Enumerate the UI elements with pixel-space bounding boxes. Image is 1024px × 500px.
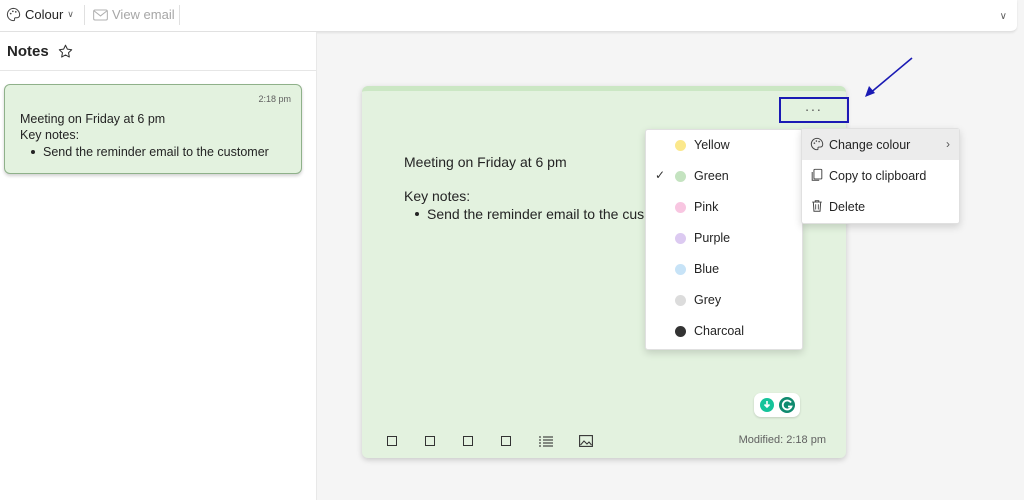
menu-item-label: Copy to clipboard bbox=[829, 169, 927, 183]
modified-timestamp: Modified: 2:18 pm bbox=[738, 434, 826, 446]
colour-option-green[interactable]: ✓ Green bbox=[646, 161, 802, 192]
color-swatch bbox=[675, 326, 686, 337]
note-line: Meeting on Friday at 6 pm bbox=[20, 112, 166, 126]
color-swatch bbox=[675, 171, 686, 182]
underline-icon[interactable] bbox=[463, 436, 473, 446]
colour-option-label: Pink bbox=[694, 200, 719, 214]
colour-option-label: Purple bbox=[694, 231, 731, 245]
more-options-menu: Change colour › Copy to clipboard Delete bbox=[801, 128, 960, 224]
note-time: 2:18 pm bbox=[258, 94, 291, 104]
editor-line[interactable]: Meeting on Friday at 6 pm bbox=[404, 154, 567, 170]
toolbar-divider bbox=[179, 5, 180, 25]
colour-button[interactable]: Colour ∨ bbox=[6, 7, 74, 22]
bullet-icon bbox=[31, 149, 35, 154]
palette-icon bbox=[810, 137, 824, 151]
colour-option-yellow[interactable]: Yellow bbox=[646, 130, 802, 161]
chevron-right-icon: › bbox=[946, 137, 950, 151]
colour-option-blue[interactable]: Blue bbox=[646, 254, 802, 285]
view-email-button[interactable]: View email bbox=[93, 7, 175, 22]
strikethrough-icon[interactable] bbox=[501, 436, 511, 446]
menu-item-label: Change colour bbox=[829, 138, 911, 152]
colour-option-label: Charcoal bbox=[694, 324, 745, 338]
menu-item-change-colour[interactable]: Change colour › bbox=[802, 129, 959, 160]
color-swatch bbox=[675, 233, 686, 244]
chevron-down-icon: ∨ bbox=[67, 9, 74, 19]
colour-submenu: Yellow ✓ Green Pink Purple Blue Grey Cha… bbox=[645, 129, 803, 350]
more-options-button[interactable]: ... bbox=[779, 97, 849, 123]
grammarly-icon bbox=[760, 397, 795, 413]
colour-option-charcoal[interactable]: Charcoal bbox=[646, 316, 802, 347]
editor-bullet-text: Send the reminder email to the cus bbox=[427, 206, 645, 222]
colour-label: Colour bbox=[25, 7, 64, 22]
colour-option-label: Yellow bbox=[694, 138, 730, 152]
annotation-arrow-icon bbox=[865, 57, 913, 97]
chevron-down-icon[interactable]: ∨ bbox=[1000, 11, 1007, 22]
note-list-item[interactable]: 2:18 pm Meeting on Friday at 6 pm Key no… bbox=[4, 84, 302, 174]
divider bbox=[0, 70, 316, 71]
view-email-label: View email bbox=[112, 7, 175, 22]
color-swatch bbox=[675, 202, 686, 213]
menu-item-delete[interactable]: Delete bbox=[802, 191, 959, 222]
notes-title: Notes bbox=[7, 43, 49, 60]
grammarly-widget[interactable] bbox=[754, 393, 800, 417]
bullet-list-icon[interactable] bbox=[539, 435, 553, 447]
menu-item-label: Delete bbox=[829, 200, 866, 214]
image-icon[interactable] bbox=[579, 435, 593, 447]
top-toolbar: Colour ∨ View email ∨ bbox=[0, 0, 1017, 32]
checkmark-icon: ✓ bbox=[655, 168, 666, 182]
notes-header: Notes bbox=[7, 43, 73, 60]
trash-icon bbox=[812, 200, 822, 212]
color-swatch bbox=[675, 140, 686, 151]
color-swatch bbox=[675, 264, 686, 275]
colour-option-grey[interactable]: Grey bbox=[646, 285, 802, 316]
note-line: Key notes: bbox=[20, 128, 80, 142]
bullet-icon bbox=[415, 212, 419, 217]
note-bullet: Send the reminder email to the customer bbox=[31, 145, 269, 159]
more-options-label: ... bbox=[805, 98, 823, 114]
mail-icon bbox=[93, 9, 108, 20]
colour-option-label: Grey bbox=[694, 293, 722, 307]
colour-option-pink[interactable]: Pink bbox=[646, 192, 802, 223]
colour-option-label: Blue bbox=[694, 262, 720, 276]
formatting-toolbar bbox=[387, 435, 593, 447]
star-icon[interactable] bbox=[58, 44, 73, 59]
colour-option-purple[interactable]: Purple bbox=[646, 223, 802, 254]
colour-option-label: Green bbox=[694, 169, 729, 183]
editor-line[interactable]: Key notes: bbox=[404, 188, 470, 204]
palette-icon bbox=[6, 7, 21, 22]
menu-item-copy-to-clipboard[interactable]: Copy to clipboard bbox=[802, 160, 959, 191]
color-swatch bbox=[675, 295, 686, 306]
copy-icon bbox=[811, 168, 823, 181]
italic-icon[interactable] bbox=[425, 436, 435, 446]
notes-panel: Notes 2:18 pm Meeting on Friday at 6 pm … bbox=[0, 32, 317, 500]
note-bullet-text: Send the reminder email to the customer bbox=[43, 145, 269, 159]
editor-bullet[interactable]: Send the reminder email to the cus bbox=[415, 206, 644, 222]
toolbar-divider bbox=[84, 5, 85, 25]
bold-icon[interactable] bbox=[387, 436, 397, 446]
